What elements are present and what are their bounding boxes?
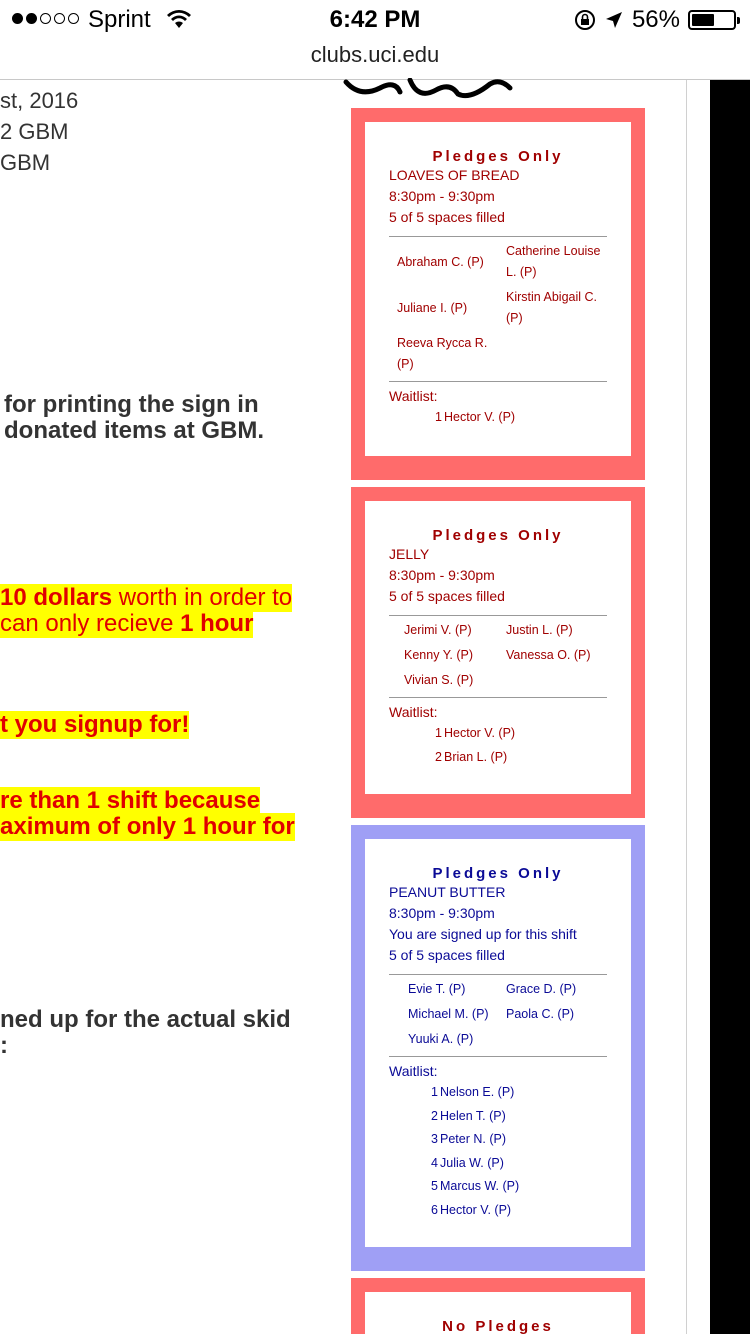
battery-percent: 56% [631,6,680,33]
divider [389,615,607,616]
waitlist-label: Waitlist: [389,704,438,720]
shift-card-body: No Pledges [365,1292,631,1335]
date-text: st, 2016 [0,88,79,113]
signup-name: Evie T. (P) [408,982,466,996]
waitlist: 1 Hector V. (P) 2 Brian L. (P) [433,722,631,769]
shift-time: 8:30pm - 9:30pm [389,188,495,204]
signup-name: Juliane I. (P) [397,300,468,315]
shift-card-loaves-of-bread[interactable]: Pledges Only LOAVES OF BREAD 8:30pm - 9:… [351,108,645,480]
skid-text-line-1: ned up for the actual skid [0,1006,291,1033]
gbm-text-2: GBM [0,150,51,175]
shift-card-body: Pledges Only PEANUT BUTTER 8:30pm - 9:30… [365,839,631,1247]
shift-filled: 5 of 5 spaces filled [389,947,505,963]
shift-card-title: No Pledges [442,1318,554,1335]
signup-name: Reeva Rycca R. (P) [397,336,488,371]
waitlist-label: Waitlist: [389,1063,438,1079]
signup-name: Vivian S. (P) [404,673,474,687]
shift-card-title: Pledges Only [432,865,564,882]
shift-card-peanut-butter[interactable]: Pledges Only PEANUT BUTTER 8:30pm - 9:30… [351,825,645,1271]
signup-name: Abraham C. (P) [397,254,484,269]
waitlist-item: 1 Hector V. (P) [435,410,516,424]
shift-time: 8:30pm - 9:30pm [389,905,495,921]
shift-card-jelly[interactable]: Pledges Only JELLY 8:30pm - 9:30pm 5 of … [351,487,645,818]
divider [389,697,607,698]
highlight-dollars-line: 10 dollars worth in order to [0,584,293,612]
skid-text-line-2: : [0,1032,8,1059]
signup-name: Michael M. (P) [408,1007,489,1021]
signup-name: Kirstin Abigail C. (P) [506,290,598,325]
highlight-shift-line-1: re than 1 shift because [0,787,261,815]
signup-name: Jerimi V. (P) [404,623,472,637]
shift-item: LOAVES OF BREAD [389,167,520,183]
shift-card-no-pledges[interactable]: No Pledges [351,1278,645,1335]
divider [389,974,607,975]
signup-names: Jerimi V. (P) Justin L. (P) Kenny Y. (P)… [404,618,631,693]
signup-name: Grace D. (P) [506,982,577,996]
signup-name: Paola C. (P) [506,1007,575,1021]
status-bar: Sprint 6:42 PM 56% [0,0,750,40]
gbm-text-1: 2 GBM [0,119,69,144]
orientation-lock-icon [574,10,595,30]
shift-time: 8:30pm - 9:30pm [389,567,495,583]
divider [389,236,607,237]
signup-name: Yuuki A. (P) [408,1032,474,1046]
page-edge-bar [710,80,750,1334]
shift-card-body: Pledges Only LOAVES OF BREAD 8:30pm - 9:… [365,122,631,456]
highlight-hour-line: can only recieve 1 hour [0,610,254,638]
signup-names: Evie T. (P) Grace D. (P) Michael M. (P) … [408,977,631,1052]
signup-names: Abraham C. (P) Catherine Louise L. (P) J… [397,239,631,377]
shift-item: JELLY [389,546,430,562]
waitlist-item: 5 Marcus W. (P) [431,1179,520,1193]
shift-filled: 5 of 5 spaces filled [389,209,505,225]
shift-signed-up-notice: You are signed up for this shift [389,926,577,942]
address-bar[interactable]: clubs.uci.edu [0,40,750,80]
battery-icon [688,10,740,30]
waitlist-item: 1 Hector V. (P) [435,726,516,740]
waitlist-item: 3 Peter N. (P) [431,1132,506,1146]
signup-name: Catherine Louise L. (P) [506,244,601,279]
site-logo-fragment [343,78,513,99]
signup-name: Kenny Y. (P) [404,648,474,662]
shift-item: PEANUT BUTTER [389,884,506,900]
signup-name: Vanessa O. (P) [506,648,591,662]
print-instructions-line-2: donated items at GBM. [4,417,265,444]
print-instructions-line-1: for printing the sign in [4,391,259,418]
signup-name: Justin L. (P) [506,623,573,637]
divider [389,381,607,382]
waitlist-item: 1 Nelson E. (P) [431,1085,515,1099]
waitlist-label: Waitlist: [389,388,438,404]
waitlist: 1 Hector V. (P) [433,406,631,430]
shift-card-body: Pledges Only JELLY 8:30pm - 9:30pm 5 of … [365,501,631,794]
divider [389,1056,607,1057]
shift-filled: 5 of 5 spaces filled [389,588,505,604]
highlight-shift-line-2: aximum of only 1 hour for [0,813,295,841]
column-divider [686,80,687,1334]
waitlist-item: 2 Helen T. (P) [431,1108,506,1123]
waitlist-item: 2 Brian L. (P) [435,749,508,764]
waitlist: 1 Nelson E. (P) 2 Helen T. (P) 3 Peter N. (… [429,1081,631,1222]
waitlist-item: 4 Julia W. (P) [431,1155,504,1170]
shift-card-title: Pledges Only [432,148,564,165]
waitlist-item: 6 Hector V. (P) [431,1202,512,1217]
highlight-signup-line: t you signup for! [0,711,190,739]
location-arrow-icon [605,12,622,28]
shift-card-title: Pledges Only [432,527,564,544]
